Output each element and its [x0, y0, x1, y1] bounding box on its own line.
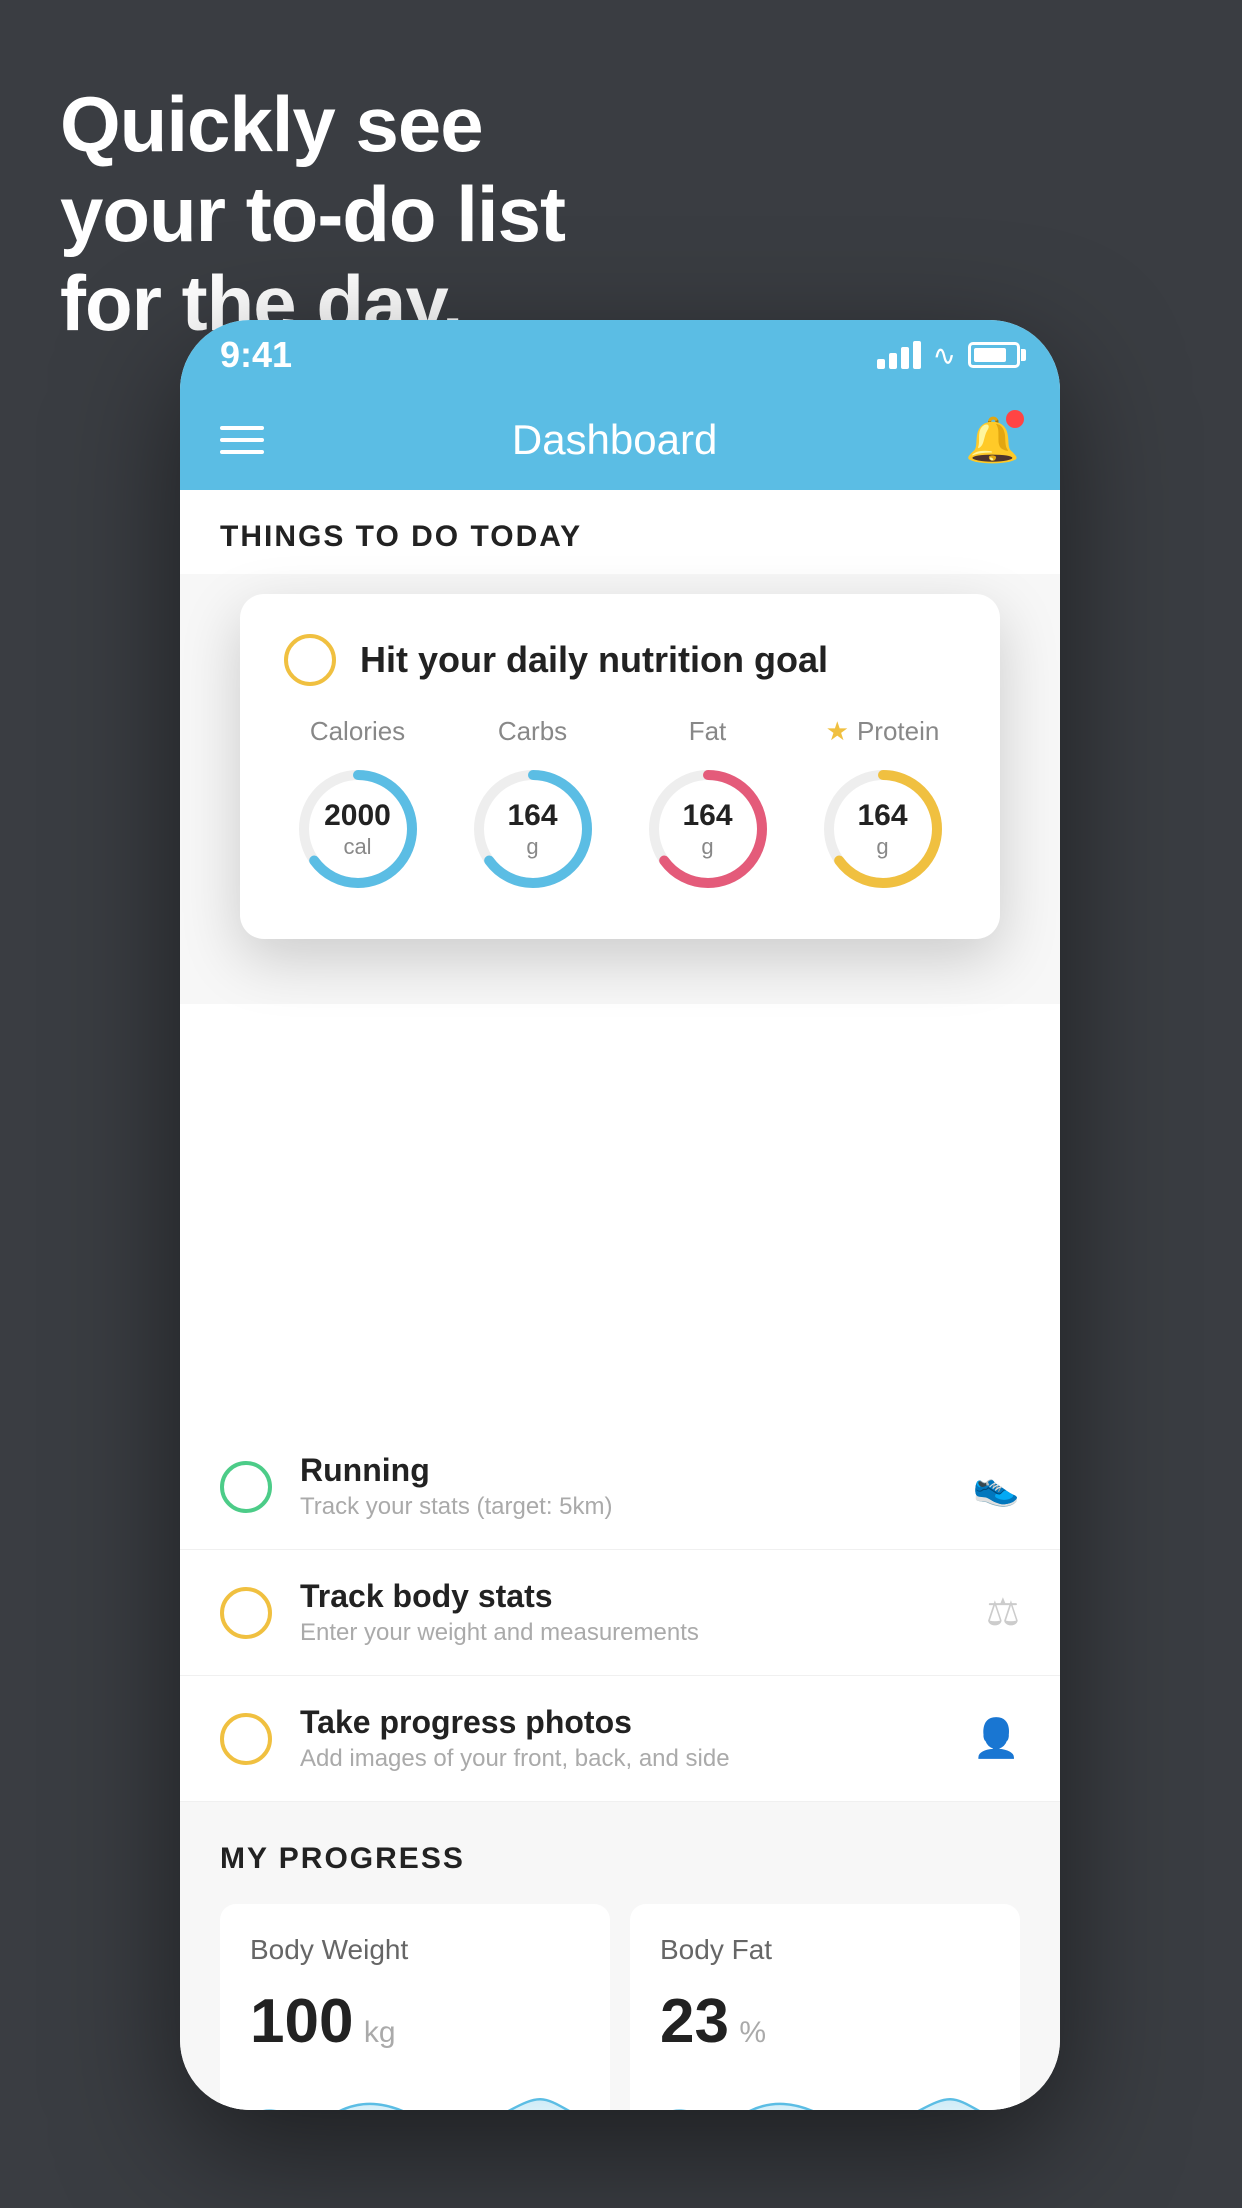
headline-line1: Quickly see	[60, 80, 565, 170]
hamburger-line	[220, 438, 264, 442]
progress-card[interactable]: Body Weight 100 kg	[220, 1904, 610, 2110]
status-bar: 9:41 ∿	[180, 320, 1060, 390]
notifications-button[interactable]: 🔔	[965, 414, 1020, 466]
nutrition-card-header: Hit your daily nutrition goal	[284, 634, 956, 686]
todo-text: Take progress photos Add images of your …	[300, 1704, 945, 1773]
notification-dot	[1006, 410, 1024, 428]
todo-item-subtitle: Enter your weight and measurements	[300, 1619, 958, 1647]
progress-card-title: Body Weight	[250, 1934, 580, 1966]
donut-chart: 164 g	[463, 759, 603, 899]
battery-icon	[968, 342, 1020, 368]
nutrition-card: Hit your daily nutrition goal Calories 2…	[240, 594, 1000, 939]
todo-radio[interactable]	[220, 1461, 272, 1513]
things-section-title: THINGS TO DO TODAY	[220, 520, 582, 553]
headline-line2: your to-do list	[60, 170, 565, 260]
progress-card-title: Body Fat	[660, 1934, 990, 1966]
nutrition-grid: Calories 2000 cal Carbs 164 g Fat 164 g …	[284, 716, 956, 899]
nutrition-item: Fat 164 g	[638, 716, 778, 899]
nav-title: Dashboard	[512, 416, 717, 464]
nutrition-item: Calories 2000 cal	[288, 716, 428, 899]
donut-value: 2000 cal	[324, 798, 391, 860]
todo-item[interactable]: Track body stats Enter your weight and m…	[180, 1550, 1060, 1676]
todo-text: Track body stats Enter your weight and m…	[300, 1578, 958, 1647]
nutrition-label: Fat	[689, 716, 727, 747]
todo-item-title: Running	[300, 1452, 945, 1489]
hamburger-line	[220, 426, 264, 430]
star-icon: ★	[826, 716, 849, 747]
donut-chart: 164 g	[813, 759, 953, 899]
nutrition-item: ★Protein 164 g	[813, 716, 953, 899]
progress-section-title: MY PROGRESS	[220, 1842, 1020, 1876]
status-time: 9:41	[220, 334, 292, 376]
progress-card-value: 100 kg	[250, 1986, 580, 2057]
progress-section: MY PROGRESS Body Weight 100 kg Body Fat	[180, 1802, 1060, 2110]
donut-value: 164 g	[682, 798, 732, 860]
nutrition-item: Carbs 164 g	[463, 716, 603, 899]
todo-item-subtitle: Track your stats (target: 5km)	[300, 1493, 945, 1521]
content-area: THINGS TO DO TODAY Hit your daily nutrit…	[180, 490, 1060, 2110]
donut-chart: 164 g	[638, 759, 778, 899]
progress-card-value: 23 %	[660, 1986, 990, 2057]
todo-list: Running Track your stats (target: 5km) 👟…	[180, 1004, 1060, 1802]
headline: Quickly see your to-do list for the day.	[60, 80, 565, 349]
nutrition-label: Carbs	[498, 716, 567, 747]
todo-item[interactable]: Running Track your stats (target: 5km) 👟	[180, 1424, 1060, 1550]
wave-chart	[660, 2077, 990, 2110]
todo-radio[interactable]	[220, 1587, 272, 1639]
progress-card[interactable]: Body Fat 23 %	[630, 1904, 1020, 2110]
nutrition-label: ★Protein	[826, 716, 940, 747]
nav-bar: Dashboard 🔔	[180, 390, 1060, 490]
nutrition-label: Calories	[310, 716, 405, 747]
wifi-icon: ∿	[933, 339, 956, 372]
status-icons: ∿	[877, 339, 1020, 372]
nutrition-radio[interactable]	[284, 634, 336, 686]
todo-spacer	[180, 1004, 1060, 1424]
todo-item-title: Track body stats	[300, 1578, 958, 1615]
person-icon: 👤	[973, 1717, 1020, 1761]
todo-item-title: Take progress photos	[300, 1704, 945, 1741]
signal-icon	[877, 341, 921, 369]
wave-chart	[250, 2077, 580, 2110]
hamburger-line	[220, 450, 264, 454]
scale-icon: ⚖	[986, 1590, 1020, 1635]
donut-value: 164 g	[507, 798, 557, 860]
donut-chart: 2000 cal	[288, 759, 428, 899]
shoe-icon: 👟	[973, 1465, 1020, 1509]
things-section-header: THINGS TO DO TODAY	[180, 490, 1060, 574]
todo-radio[interactable]	[220, 1713, 272, 1765]
phone-mockup: 9:41 ∿ Dashboard 🔔	[180, 320, 1060, 2110]
todo-item[interactable]: Take progress photos Add images of your …	[180, 1676, 1060, 1802]
nutrition-card-title: Hit your daily nutrition goal	[360, 639, 828, 681]
donut-value: 164 g	[857, 798, 907, 860]
todo-text: Running Track your stats (target: 5km)	[300, 1452, 945, 1521]
progress-cards: Body Weight 100 kg Body Fat 23 %	[220, 1904, 1020, 2110]
menu-button[interactable]	[220, 426, 264, 454]
todo-item-subtitle: Add images of your front, back, and side	[300, 1745, 945, 1773]
